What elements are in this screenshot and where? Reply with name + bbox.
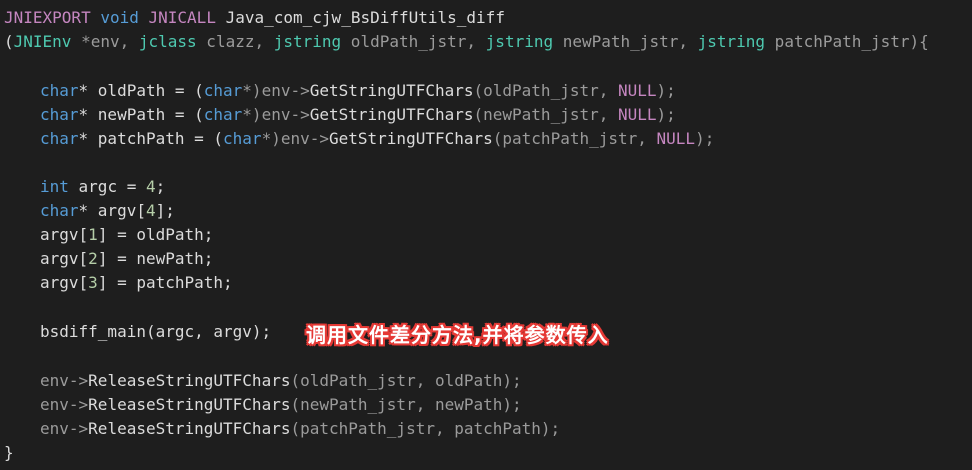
code-token: JNIEnv bbox=[13, 32, 72, 51]
code-token: *)env-> bbox=[242, 105, 310, 124]
code-token: char bbox=[40, 105, 79, 124]
code-token: *)env-> bbox=[261, 129, 329, 148]
code-token: ] = patchPath; bbox=[97, 273, 233, 292]
code-token: ] = newPath; bbox=[97, 249, 214, 268]
code-token: Java_com_cjw_BsDiffUtils_diff bbox=[225, 8, 505, 27]
code-line-8: argv[1] = oldPath; bbox=[4, 223, 213, 247]
code-token: patchPath_jstr){ bbox=[765, 32, 929, 51]
code-token: 3 bbox=[88, 273, 98, 292]
code-token: argv[ bbox=[40, 225, 89, 244]
code-line-6: int argc = 4; bbox=[4, 175, 165, 199]
code-token: (patchPath_jstr, patchPath); bbox=[290, 419, 561, 438]
annotation-label: 调用文件差分方法,并将参数传入 bbox=[306, 323, 609, 347]
code-token: newPath_jstr, bbox=[553, 32, 698, 51]
code-token: 4 bbox=[145, 177, 156, 196]
code-line-2: (JNIEnv *env, jclass clazz, jstring oldP… bbox=[4, 30, 929, 54]
code-token: 1 bbox=[88, 225, 98, 244]
code-token: GetStringUTFChars bbox=[309, 81, 474, 100]
code-token: char bbox=[40, 129, 79, 148]
code-token: jclass bbox=[138, 32, 197, 51]
code-token: char bbox=[40, 201, 79, 220]
code-token: 4 bbox=[145, 201, 156, 220]
code-token: argv[ bbox=[40, 249, 89, 268]
code-token: argv[ bbox=[40, 273, 89, 292]
code-token: env-> bbox=[40, 395, 89, 414]
code-token: char bbox=[203, 105, 243, 124]
code-token: int bbox=[40, 177, 69, 196]
code-token: (oldPath_jstr, bbox=[473, 81, 618, 100]
code-token: argc = bbox=[68, 177, 146, 196]
code-token: * newPath = ( bbox=[78, 105, 204, 124]
code-token: jstring bbox=[485, 32, 554, 51]
code-line-4: char* newPath = (char*)env->GetStringUTF… bbox=[4, 103, 676, 127]
code-token: NULL bbox=[618, 105, 657, 124]
code-line-15: } bbox=[4, 441, 14, 465]
code-editor[interactable]: JNIEXPORT void JNICALL Java_com_cjw_BsDi… bbox=[0, 0, 972, 470]
code-token: (newPath_jstr, newPath); bbox=[290, 395, 522, 414]
code-token: void bbox=[100, 8, 139, 27]
code-token: char bbox=[223, 129, 262, 148]
code-token: ; bbox=[155, 177, 166, 196]
code-token: oldPath_jstr, bbox=[341, 32, 486, 51]
code-line-1: JNIEXPORT void JNICALL Java_com_cjw_BsDi… bbox=[4, 6, 505, 30]
code-line-14: env->ReleaseStringUTFChars(patchPath_jst… bbox=[4, 417, 560, 441]
code-line-5: char* patchPath = (char*)env->GetStringU… bbox=[4, 127, 714, 151]
code-token: NULL bbox=[656, 129, 696, 148]
code-token: 2 bbox=[88, 249, 98, 268]
code-token: * argv[ bbox=[78, 201, 146, 220]
code-line-10: argv[3] = patchPath; bbox=[4, 271, 233, 295]
code-line-11: bsdiff_main(argc, argv); bbox=[4, 320, 271, 344]
code-line-9: argv[2] = newPath; bbox=[4, 247, 213, 271]
code-token: NULL bbox=[618, 81, 657, 100]
code-token: ReleaseStringUTFChars bbox=[88, 395, 291, 414]
code-token: (newPath_jstr, bbox=[473, 105, 618, 124]
code-token: ] = oldPath; bbox=[97, 225, 214, 244]
code-token: env-> bbox=[40, 419, 89, 438]
code-token: ); bbox=[656, 81, 676, 100]
code-token: ReleaseStringUTFChars bbox=[88, 371, 291, 390]
code-line-13: env->ReleaseStringUTFChars(newPath_jstr,… bbox=[4, 393, 522, 417]
code-token: jstring bbox=[697, 32, 766, 51]
code-line-12: env->ReleaseStringUTFChars(oldPath_jstr,… bbox=[4, 369, 522, 393]
code-token: ( bbox=[4, 32, 14, 51]
code-token: GetStringUTFChars bbox=[309, 105, 474, 124]
code-token: (patchPath_jstr, bbox=[492, 129, 657, 148]
code-token: GetStringUTFChars bbox=[329, 129, 493, 148]
code-token: ReleaseStringUTFChars bbox=[88, 419, 291, 438]
code-token: ); bbox=[656, 105, 676, 124]
code-token: ]; bbox=[155, 201, 175, 220]
code-token: char bbox=[203, 81, 243, 100]
code-token: bsdiff_main(argc, argv); bbox=[40, 322, 272, 341]
code-token: jstring bbox=[273, 32, 342, 51]
code-line-3: char* oldPath = (char*)env->GetStringUTF… bbox=[4, 79, 676, 103]
code-token: char bbox=[40, 81, 79, 100]
code-line-7: char* argv[4]; bbox=[4, 199, 175, 223]
code-token: } bbox=[4, 443, 14, 462]
code-token: * oldPath = ( bbox=[78, 81, 204, 100]
code-token: JNICALL bbox=[148, 8, 216, 27]
code-token: JNIEXPORT bbox=[4, 8, 91, 27]
code-token: env-> bbox=[40, 371, 89, 390]
code-token: clazz, bbox=[196, 32, 274, 51]
code-token: (oldPath_jstr, oldPath); bbox=[290, 371, 522, 390]
code-token: ); bbox=[695, 129, 715, 148]
code-token: * patchPath = ( bbox=[78, 129, 224, 148]
code-token: *env, bbox=[71, 32, 139, 51]
code-token: *)env-> bbox=[242, 81, 310, 100]
